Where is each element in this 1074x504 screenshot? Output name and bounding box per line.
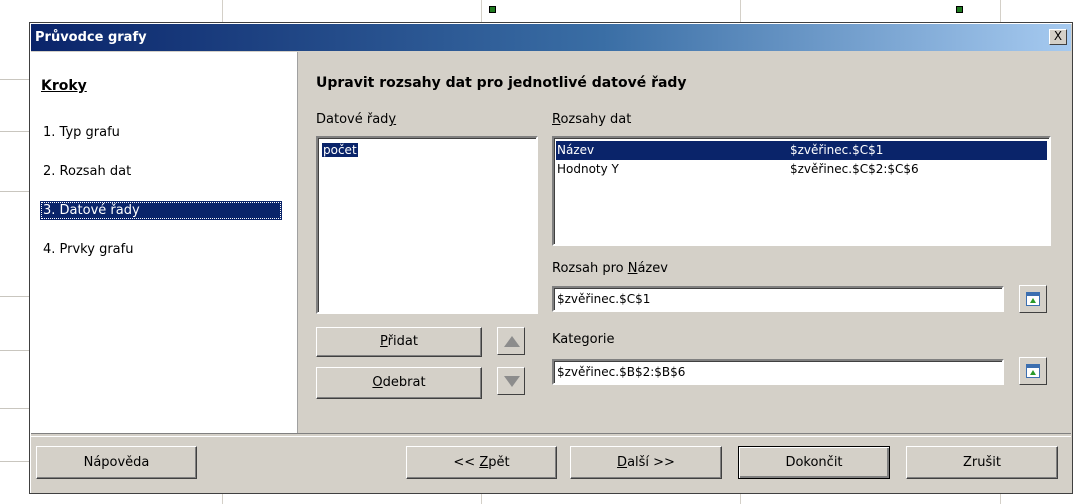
chart-selection-handle[interactable] bbox=[489, 6, 496, 13]
step-chart-type[interactable]: 1. Typ grafu bbox=[40, 123, 123, 142]
grid-line bbox=[0, 79, 30, 80]
data-ranges-list[interactable]: Název $zvěřinec.$C$1 Hodnoty Y $zvěřinec… bbox=[552, 136, 1051, 246]
arrow-down-icon bbox=[504, 376, 520, 387]
page-heading: Upravit rozsahy dat pro jednotlivé datov… bbox=[316, 75, 687, 91]
steps-title: Kroky bbox=[41, 78, 87, 94]
step-data-series[interactable]: 3. Datové řady bbox=[40, 201, 282, 220]
data-series-list[interactable]: počet bbox=[316, 136, 538, 314]
grid-line bbox=[0, 296, 30, 297]
range-row-name[interactable]: Název $zvěřinec.$C$1 bbox=[556, 141, 1047, 160]
shrink-dialog-icon bbox=[1026, 292, 1040, 306]
add-series-button[interactable]: Přidat bbox=[316, 327, 482, 357]
list-item[interactable]: počet bbox=[322, 143, 358, 157]
shrink-button[interactable] bbox=[1019, 357, 1047, 385]
step-chart-elements[interactable]: 4. Prvky grafu bbox=[40, 240, 136, 259]
range-value: $zvěřinec.$C$2:$C$6 bbox=[790, 162, 919, 176]
grid-line bbox=[0, 408, 30, 409]
steps-panel: Kroky 1. Typ grafu 2. Rozsah dat 3. Dato… bbox=[31, 52, 298, 433]
grid-line bbox=[0, 191, 30, 192]
data-ranges-label: Rozsahy dat bbox=[552, 112, 632, 127]
footer-separator bbox=[31, 433, 1071, 437]
arrow-up-icon bbox=[504, 336, 520, 347]
categories-label: Kategorie bbox=[552, 332, 615, 347]
data-series-label: Datové řady bbox=[316, 112, 397, 127]
remove-series-button[interactable]: Odebrat bbox=[316, 367, 482, 399]
range-role: Hodnoty Y bbox=[557, 162, 619, 176]
back-button[interactable]: << Zpět bbox=[406, 446, 557, 479]
dialog-titlebar[interactable]: Průvodce grafy X bbox=[31, 24, 1071, 51]
range-value: $zvěřinec.$C$1 bbox=[790, 143, 884, 157]
range-row-values[interactable]: Hodnoty Y $zvěřinec.$C$2:$C$6 bbox=[556, 160, 1047, 179]
dialog-title: Průvodce grafy bbox=[35, 30, 147, 45]
shrink-dialog-icon bbox=[1026, 364, 1040, 378]
next-button[interactable]: Další >> bbox=[570, 446, 722, 479]
step-data-range[interactable]: 2. Rozsah dat bbox=[40, 162, 134, 181]
close-button[interactable]: X bbox=[1049, 29, 1067, 45]
grid-line bbox=[0, 350, 30, 351]
shrink-button[interactable] bbox=[1019, 285, 1047, 313]
range-role: Název bbox=[557, 143, 595, 157]
grid-line bbox=[0, 131, 30, 132]
finish-button[interactable]: Dokončit bbox=[738, 446, 890, 479]
help-button[interactable]: Nápověda bbox=[36, 446, 197, 479]
name-range-input[interactable]: $zvěřinec.$C$1 bbox=[552, 286, 1004, 312]
chart-wizard-dialog: Průvodce grafy X Kroky 1. Typ grafu 2. R… bbox=[29, 22, 1073, 494]
chart-selection-handle[interactable] bbox=[956, 6, 963, 13]
close-icon: X bbox=[1053, 29, 1063, 43]
grid-line bbox=[0, 461, 30, 462]
name-range-label: Rozsah pro Název bbox=[552, 261, 668, 276]
move-down-button[interactable] bbox=[497, 367, 525, 395]
move-up-button[interactable] bbox=[497, 327, 525, 355]
categories-input[interactable]: $zvěřinec.$B$2:$B$6 bbox=[552, 359, 1004, 385]
cancel-button[interactable]: Zrušit bbox=[906, 446, 1058, 479]
